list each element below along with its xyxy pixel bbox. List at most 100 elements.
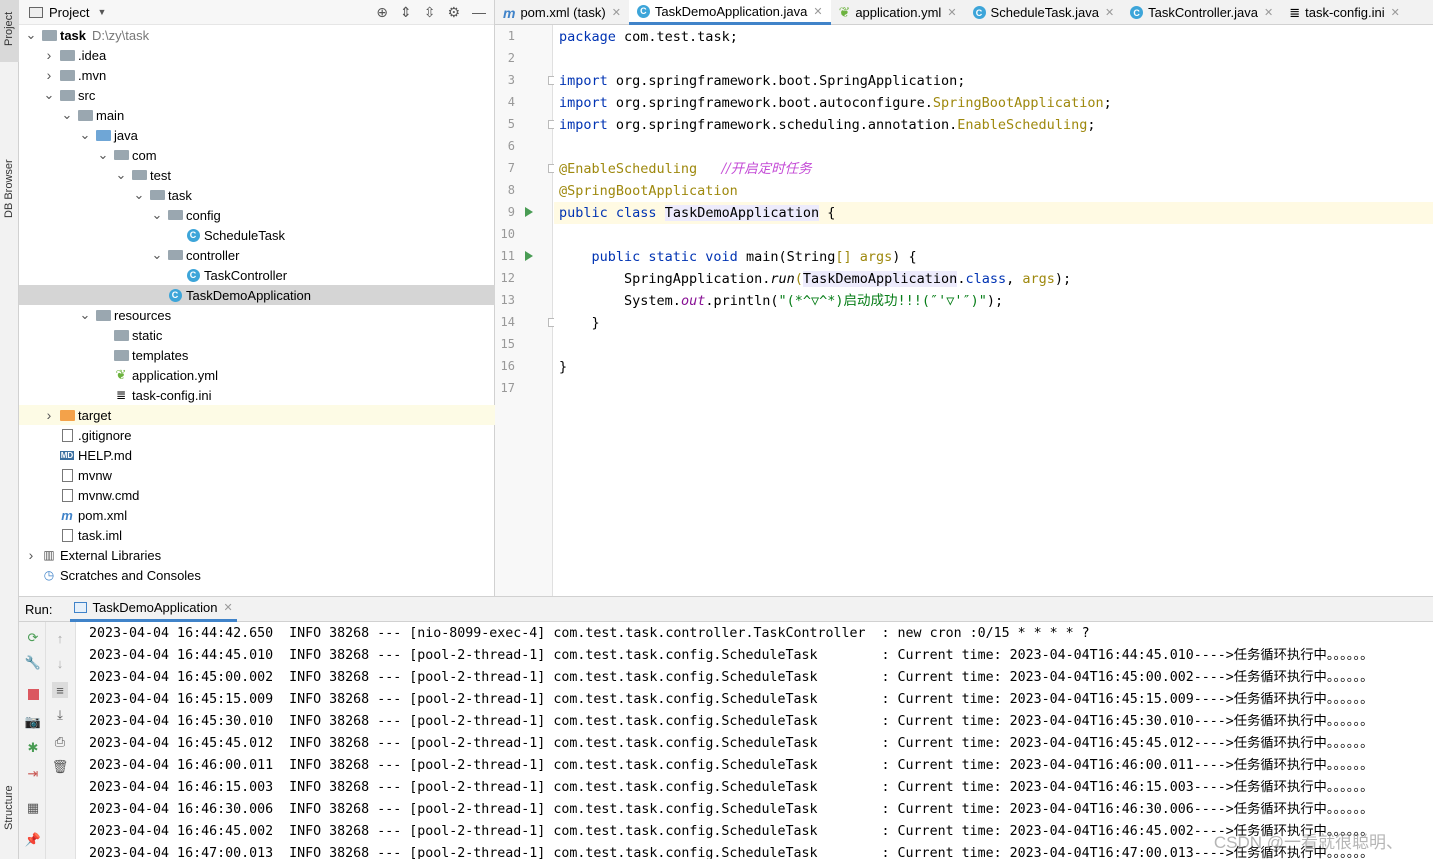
- chevron-down-icon[interactable]: ⌄: [43, 87, 55, 103]
- tree-item[interactable]: ◷ Scratches and Consoles: [19, 565, 495, 585]
- chevron-down-icon[interactable]: ⌄: [25, 27, 37, 43]
- editor-tab[interactable]: C ScheduleTask.java ✕: [965, 0, 1123, 25]
- tree-item[interactable]: C ScheduleTask: [19, 225, 495, 245]
- chevron-right-icon[interactable]: ›: [43, 407, 55, 423]
- editor-tab[interactable]: ≣ task-config.ini ✕: [1281, 0, 1408, 25]
- close-icon[interactable]: ✕: [1264, 6, 1273, 19]
- chevron-down-icon[interactable]: ⌄: [79, 307, 91, 323]
- tree-item[interactable]: ❦ application.yml: [19, 365, 495, 385]
- editor-tab[interactable]: ❦ application.yml ✕: [831, 0, 965, 25]
- tree-item[interactable]: ⌄ task D:\zy\task: [19, 25, 495, 45]
- tree-item[interactable]: ⌄ test: [19, 165, 495, 185]
- minimize-icon[interactable]: —: [472, 4, 486, 21]
- stop-icon[interactable]: [25, 686, 41, 702]
- tree-item[interactable]: › ▥ External Libraries: [19, 545, 495, 565]
- code-editor[interactable]: package com.test.task; import org.spring…: [554, 25, 1433, 596]
- tree-item[interactable]: ⌄ task: [19, 185, 495, 205]
- editor-tab-label: ScheduleTask.java: [990, 5, 1099, 20]
- tree-item[interactable]: ⌄ config: [19, 205, 495, 225]
- editor-tab[interactable]: C TaskController.java ✕: [1122, 0, 1281, 25]
- expand-all-icon[interactable]: ⇕: [400, 4, 412, 21]
- file-icon: [59, 428, 75, 442]
- structure-tool-tab[interactable]: Structure: [0, 770, 19, 850]
- run-console[interactable]: 2023-04-04 16:44:42.650 INFO 38268 --- […: [77, 622, 1433, 859]
- arrow-up-icon[interactable]: ↑: [52, 630, 68, 646]
- layout-icon[interactable]: ▦: [25, 800, 41, 816]
- close-icon[interactable]: ✕: [1105, 6, 1114, 19]
- tree-item-label: ScheduleTask: [204, 227, 285, 243]
- java-class-icon: C: [972, 6, 986, 19]
- debug-icon[interactable]: ✱: [25, 740, 41, 756]
- line-number: 1: [507, 29, 515, 43]
- chevron-down-icon[interactable]: ⌄: [151, 247, 163, 263]
- rerun-icon[interactable]: ⟳: [25, 630, 41, 646]
- project-tool-tab[interactable]: Project: [0, 0, 19, 62]
- tree-item[interactable]: ⌄ resources: [19, 305, 495, 325]
- close-icon[interactable]: ✕: [612, 6, 621, 19]
- code-line-4: import org.springframework.boot.autoconf…: [559, 95, 1112, 111]
- wrench-icon[interactable]: 🔧: [25, 655, 41, 671]
- tree-item[interactable]: ⌄ src: [19, 85, 495, 105]
- close-icon[interactable]: ✕: [1391, 6, 1400, 19]
- chevron-down-icon[interactable]: ⌄: [151, 207, 163, 223]
- tree-item[interactable]: mvnw.cmd: [19, 485, 495, 505]
- log-line: 2023-04-04 16:45:30.010 INFO 38268 --- […: [89, 714, 1374, 729]
- tree-item[interactable]: ⌄ com: [19, 145, 495, 165]
- editor-tab[interactable]: m pom.xml (task) ✕: [495, 0, 629, 25]
- chevron-down-icon[interactable]: ⌄: [61, 107, 73, 123]
- tree-item-label: static: [132, 327, 163, 343]
- trash-icon[interactable]: 🗑: [52, 759, 69, 775]
- collapse-all-icon[interactable]: ⇳: [424, 4, 436, 21]
- camera-icon[interactable]: 📷: [25, 714, 41, 730]
- tree-item[interactable]: ⌄ main: [19, 105, 495, 125]
- tree-item-label: main: [96, 107, 125, 123]
- tree-item[interactable]: › .mvn: [19, 65, 495, 85]
- code-line-7: @EnableScheduling //开启定时任务: [559, 161, 812, 177]
- folder-icon: [41, 28, 57, 42]
- run-gutter-icon[interactable]: [525, 207, 533, 217]
- gear-icon[interactable]: ⚙: [447, 4, 460, 21]
- tree-item[interactable]: › .idea: [19, 45, 495, 65]
- db-browser-tool-tab[interactable]: DB Browser: [0, 76, 19, 218]
- close-icon[interactable]: ✕: [947, 6, 956, 19]
- tree-item[interactable]: task.iml: [19, 525, 495, 545]
- code-line-8: @SpringBootApplication: [559, 183, 738, 199]
- tree-item[interactable]: › target: [19, 405, 495, 425]
- tree-item[interactable]: mvnw: [19, 465, 495, 485]
- print-icon[interactable]: ⎙: [52, 734, 68, 750]
- code-line-1: package com.test.task;: [559, 29, 738, 45]
- tree-item[interactable]: MD HELP.md: [19, 445, 495, 465]
- chevron-down-icon[interactable]: ▼: [97, 7, 106, 17]
- chevron-down-icon[interactable]: ⌄: [79, 127, 91, 143]
- editor-tab[interactable]: C TaskDemoApplication.java ✕: [628, 0, 831, 25]
- scroll-to-end-icon[interactable]: ⤓: [52, 707, 68, 723]
- log-line: 2023-04-04 16:45:15.009 INFO 38268 --- […: [89, 692, 1374, 707]
- arrow-down-icon[interactable]: ↓: [52, 655, 68, 671]
- locate-icon[interactable]: ⊕: [376, 4, 388, 21]
- soft-wrap-icon[interactable]: ≡: [52, 682, 68, 698]
- chevron-down-icon[interactable]: ⌄: [97, 147, 109, 163]
- chevron-right-icon[interactable]: ›: [43, 67, 55, 83]
- chevron-right-icon[interactable]: ›: [25, 547, 37, 563]
- chevron-down-icon[interactable]: ⌄: [115, 167, 127, 183]
- folder-icon: [59, 68, 75, 82]
- exit-icon[interactable]: ⇥: [25, 766, 41, 782]
- tree-item[interactable]: C TaskController: [19, 265, 495, 285]
- tree-item[interactable]: ⌄ controller: [19, 245, 495, 265]
- project-panel-title[interactable]: Project: [49, 5, 89, 20]
- tree-item[interactable]: m pom.xml: [19, 505, 495, 525]
- close-icon[interactable]: ✕: [813, 5, 822, 18]
- tree-item[interactable]: static: [19, 325, 495, 345]
- tree-item[interactable]: C TaskDemoApplication: [19, 285, 495, 305]
- tree-item[interactable]: ≣ task-config.ini: [19, 385, 495, 405]
- run-gutter-icon[interactable]: [525, 251, 533, 261]
- close-icon[interactable]: ✕: [223, 601, 232, 614]
- tree-item[interactable]: .gitignore: [19, 425, 495, 445]
- folder-icon: [59, 88, 75, 102]
- run-tab[interactable]: TaskDemoApplication ✕: [70, 596, 237, 622]
- chevron-right-icon[interactable]: ›: [43, 47, 55, 63]
- tree-item[interactable]: ⌄ java: [19, 125, 495, 145]
- tree-item[interactable]: templates: [19, 345, 495, 365]
- pin-icon[interactable]: 📌: [25, 832, 41, 848]
- chevron-down-icon[interactable]: ⌄: [133, 187, 145, 203]
